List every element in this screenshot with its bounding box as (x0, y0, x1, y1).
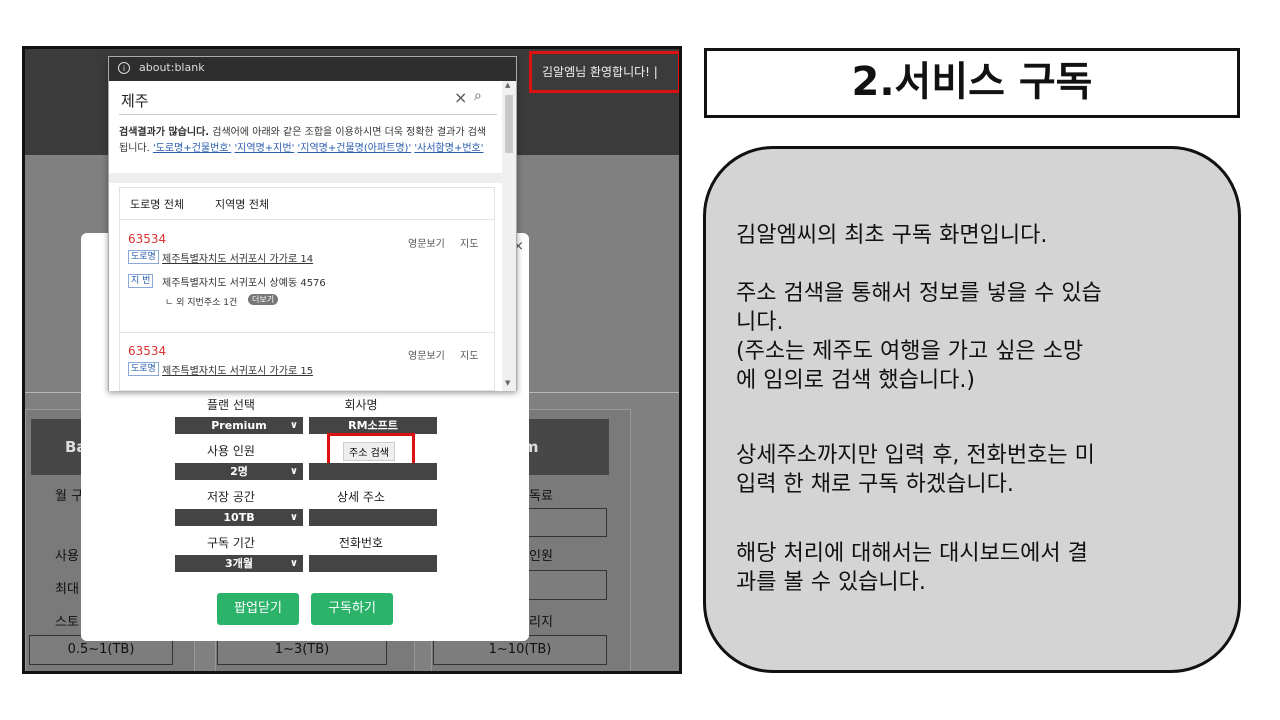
popup-content: 제주 × ⌕ 검색결과가 많습니다. 검색어에 아래와 같은 조합을 이용하시면… (109, 81, 502, 391)
scroll-thumb[interactable] (505, 95, 513, 153)
search-input[interactable]: 제주 (121, 90, 149, 111)
search-notice: 검색결과가 많습니다. 검색어에 아래와 같은 조합을 이용하시면 더욱 정확한… (119, 125, 495, 157)
section-gap (109, 173, 502, 183)
lot-tag: 지 번 (128, 274, 154, 288)
storage-value: 10TB (223, 511, 255, 524)
scroll-up-icon[interactable]: ▲ (505, 81, 510, 89)
search-icon[interactable]: ⌕ (474, 88, 482, 104)
zip-code: 63534 (128, 232, 167, 246)
divider (120, 332, 494, 333)
line: 해당 처리에 대해서는 대시보드에서 결 (736, 541, 1088, 566)
company-label: 회사명 (344, 398, 378, 412)
row-label: 월 구 (55, 489, 84, 504)
line: 김알엠씨의 최초 구독 화면입니다. (736, 223, 1048, 248)
users-value: 2명 (230, 465, 248, 478)
line: 상세주소까지만 입력 후, 전화번호는 미 (736, 443, 1095, 468)
list-item[interactable]: 63534 영문보기 지도 도로명 제주특별자치도 서귀포시 가가로 15 (120, 338, 494, 394)
period-select[interactable]: 3개월 ∨ (175, 555, 303, 572)
list-item[interactable]: 63534 영문보기 지도 도로명 제주특별자치도 서귀포시 가가로 14 지 … (120, 220, 494, 320)
hint-link[interactable]: '지역명+건물명(아파트명)' (298, 143, 412, 154)
plan-label: 플랜 선택 (207, 398, 255, 412)
paragraph-4: 해당 처리에 대해서는 대시보드에서 결 과를 볼 수 있습니다. (736, 539, 1088, 597)
row-label: 최대 (55, 582, 79, 597)
hint-link[interactable]: '도로명+건물번호' (153, 143, 231, 154)
detail-address-input[interactable] (309, 509, 437, 526)
users-label: 사용 인원 (207, 444, 255, 458)
tab-road-all[interactable]: 도로명 전체 (130, 196, 184, 212)
road-address[interactable]: 제주특별자치도 서귀포시 가가로 15 (162, 362, 313, 377)
tab-region-all[interactable]: 지역명 전체 (215, 196, 269, 212)
address-input[interactable] (309, 463, 437, 480)
hint-link[interactable]: '사서함명+번호' (414, 143, 483, 154)
app-screenshot: 김알엠님 환영합니다! | Ba ium 월 구 사용 최대 스토 독료 0 인… (22, 46, 682, 674)
row-label: 리지 (529, 615, 553, 630)
extra-lot: ㄴ 외 지번주소 1건 (165, 298, 238, 308)
chevron-down-icon: ∨ (289, 558, 298, 569)
lot-address: 제주특별자치도 서귀포시 상예동 4576 (162, 278, 326, 289)
map-link[interactable]: 지도 (460, 235, 478, 250)
scrollbar[interactable]: ▲ ▼ (502, 81, 516, 391)
storage-select[interactable]: 10TB ∨ (175, 509, 303, 526)
description-box: 김알엠씨의 최초 구독 화면입니다. 주소 검색을 통해서 정보를 넣을 수 있… (703, 146, 1241, 673)
english-link[interactable]: 영문보기 (408, 347, 445, 362)
phone-input[interactable] (309, 555, 437, 572)
line: 과를 볼 수 있습니다. (736, 570, 926, 595)
detail-address-label: 상세 주소 (337, 490, 385, 504)
road-tag: 도로명 (128, 250, 159, 264)
line: 주소 검색을 통해서 정보를 넣을 수 있습 (736, 281, 1102, 306)
zip-code: 63534 (128, 344, 167, 358)
plan-select[interactable]: Premium ∨ (175, 417, 303, 434)
row-label: 인원 (529, 549, 553, 564)
company-input[interactable]: RM소프트 (309, 417, 437, 434)
clear-icon[interactable]: × (454, 88, 467, 107)
period-value: 3개월 (225, 557, 253, 570)
line: 니다. (736, 310, 784, 335)
chevron-down-icon: ∨ (289, 420, 298, 431)
close-popup-button[interactable]: 팝업닫기 (217, 593, 299, 625)
paragraph-2: 주소 검색을 통해서 정보를 넣을 수 있습 니다. (주소는 제주도 여행을 … (736, 279, 1102, 395)
subscribe-button[interactable]: 구독하기 (311, 593, 393, 625)
notice-bold: 검색결과가 많습니다. (119, 127, 210, 138)
line: 에 임의로 검색 했습니다.) (736, 368, 975, 393)
popup-url: about:blank (139, 61, 205, 74)
result-tabs: 도로명 전체 지역명 전체 (119, 187, 495, 219)
paragraph-3: 상세주소까지만 입력 후, 전화번호는 미 입력 한 채로 구독 하겠습니다. (736, 441, 1095, 499)
more-button[interactable]: 더보기 (248, 294, 279, 305)
hint-link[interactable]: '지역명+지번' (234, 143, 294, 154)
phone-label: 전화번호 (338, 536, 384, 550)
info-icon: i (118, 62, 130, 74)
english-link[interactable]: 영문보기 (408, 235, 445, 250)
popup-titlebar: i about:blank (109, 57, 516, 81)
road-tag: 도로명 (128, 362, 159, 376)
chevron-down-icon: ∨ (289, 466, 298, 477)
line: 입력 한 채로 구독 하겠습니다. (736, 472, 1014, 497)
map-link[interactable]: 지도 (460, 347, 478, 362)
address-search-popup: i about:blank 제주 × ⌕ 검색결과가 많습니다. 검색어에 아래… (108, 56, 517, 391)
row-label: 사용 (55, 549, 79, 564)
storage-label: 저장 공간 (207, 490, 255, 504)
paragraph-1: 김알엠씨의 최초 구독 화면입니다. (736, 221, 1047, 250)
row-label: 스토 (55, 615, 79, 630)
road-address[interactable]: 제주특별자치도 서귀포시 가가로 14 (162, 250, 313, 265)
line: (주소는 제주도 여행을 가고 싶은 소망 (736, 339, 1084, 364)
scroll-down-icon[interactable]: ▼ (505, 379, 510, 387)
row-label: 독료 (529, 489, 553, 504)
period-label: 구독 기간 (207, 536, 255, 550)
users-select[interactable]: 2명 ∨ (175, 463, 303, 480)
welcome-message: 김알엠님 환영합니다! | (529, 51, 679, 93)
chevron-down-icon: ∨ (289, 512, 298, 523)
plan-value: Premium (211, 419, 267, 432)
search-bar[interactable]: 제주 × ⌕ (119, 85, 497, 115)
results-list: 63534 영문보기 지도 도로명 제주특별자치도 서귀포시 가가로 14 지 … (119, 219, 495, 391)
slide-title: 2.서비스 구독 (704, 48, 1240, 118)
